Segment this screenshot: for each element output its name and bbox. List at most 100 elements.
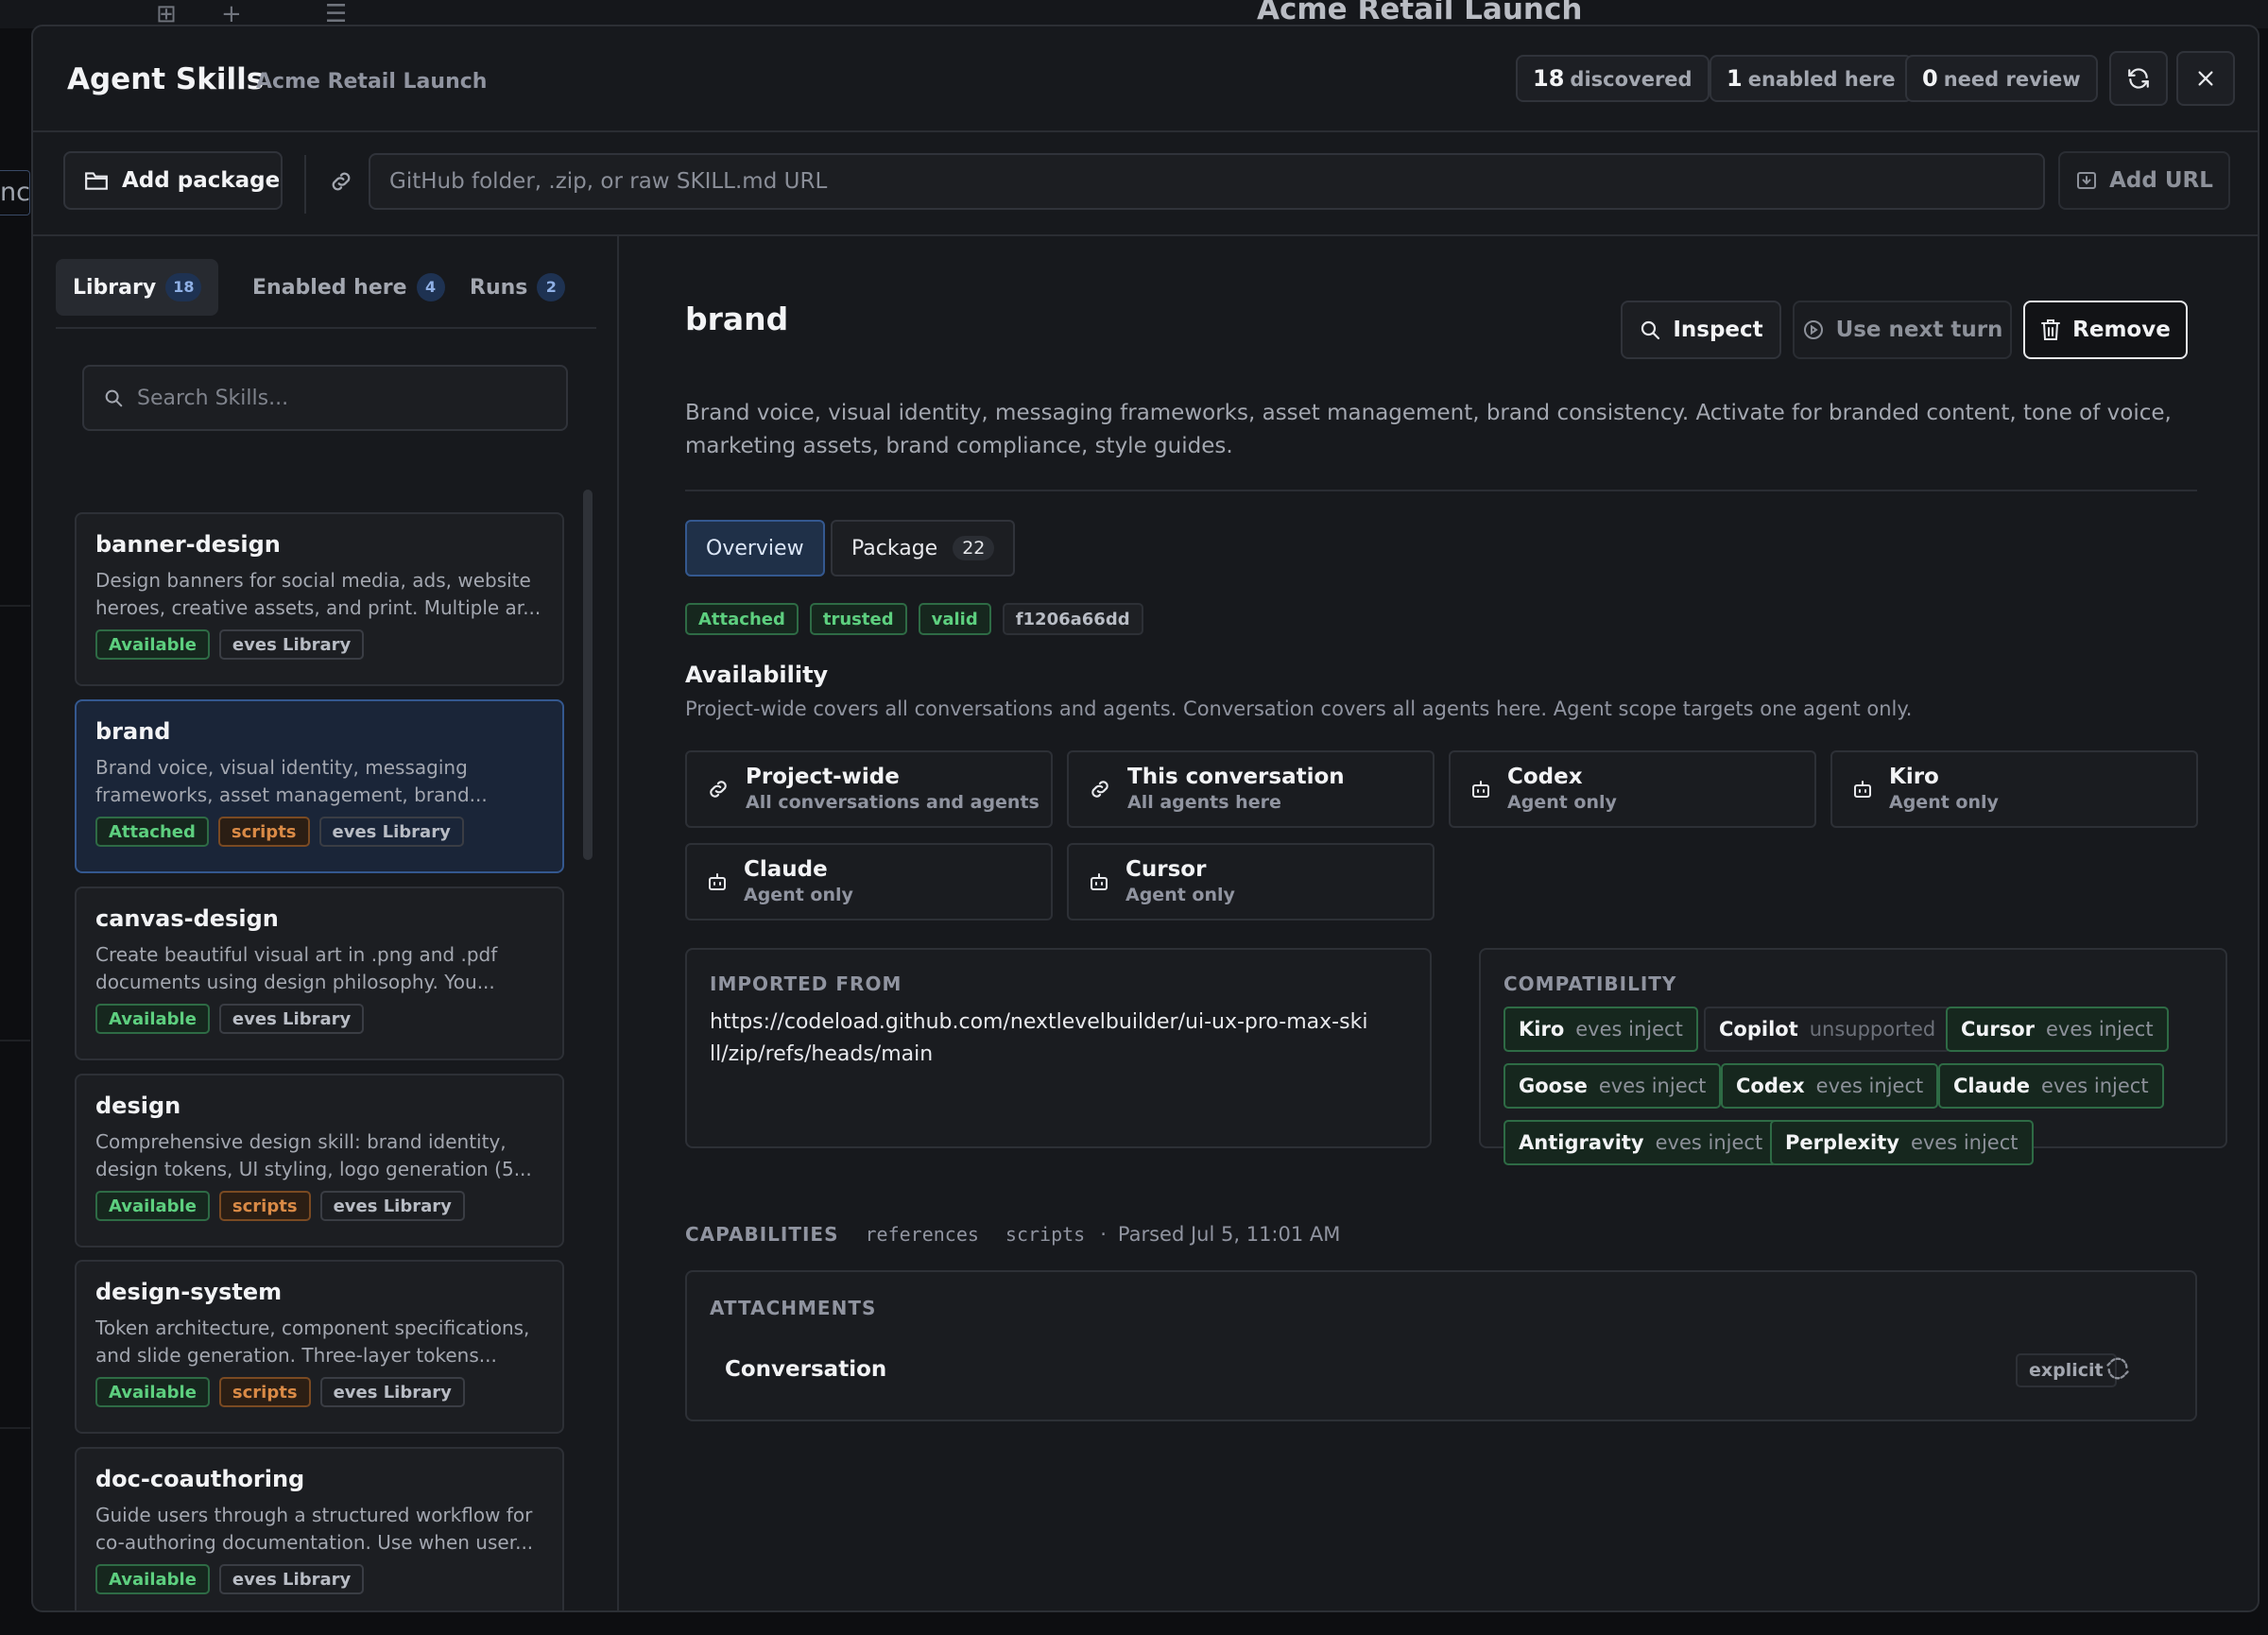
skill-card[interactable]: banner-design Design banners for social … <box>75 512 564 686</box>
scope-title: Codex <box>1507 765 1583 789</box>
detach-button[interactable] <box>2105 1355 2131 1385</box>
compat-status: unsupported <box>1809 1018 1936 1041</box>
robot-icon <box>1854 781 1871 798</box>
robot-icon <box>709 873 726 890</box>
skill-name: brand <box>95 718 171 745</box>
availability-heading: Availability <box>685 662 829 688</box>
compat-copilot: Copilot unsupported <box>1704 1007 1951 1052</box>
agent-name: Antigravity <box>1519 1131 1644 1154</box>
hash-badge: f1206a66dd <box>1002 603 1143 635</box>
refresh-button[interactable] <box>2109 51 2168 106</box>
skill-card[interactable]: design-system Token architecture, compon… <box>75 1260 564 1434</box>
close-icon <box>2198 71 2213 86</box>
scope-project-wide[interactable]: Project-wide All conversations and agents <box>685 750 1053 828</box>
valid-badge: valid <box>918 603 991 635</box>
tab-runs[interactable]: Runs 2 <box>453 259 582 316</box>
source-badge: eves Library <box>218 629 365 660</box>
stat-label: need review <box>1943 68 2081 91</box>
stat-enabled-here: 1 enabled here <box>1710 55 1913 102</box>
scripts-badge: scripts <box>218 1191 311 1221</box>
skill-card[interactable]: design Comprehensive design skill: brand… <box>75 1074 564 1248</box>
tab-enabled-here[interactable]: Enabled here 4 <box>235 259 462 316</box>
skills-search <box>82 365 568 431</box>
compat-claude: Claude eves inject <box>1938 1063 2164 1109</box>
close-button[interactable] <box>2176 51 2235 106</box>
package-url-input[interactable] <box>369 153 2045 210</box>
skill-name: doc-coauthoring <box>95 1466 305 1492</box>
stat-value: 18 <box>1533 65 1565 92</box>
source-badge: eves Library <box>318 817 464 847</box>
tab-library[interactable]: Library 18 <box>56 259 219 316</box>
attachment-name: Conversation <box>725 1357 887 1382</box>
parsed-timestamp: Parsed Jul 5, 11:01 AM <box>1117 1223 1341 1246</box>
remove-button[interactable]: Remove <box>2023 301 2188 359</box>
use-next-turn-label: Use next turn <box>1835 318 2003 342</box>
stat-discovered: 18 discovered <box>1516 55 1710 102</box>
inspect-button[interactable]: Inspect <box>1621 301 1781 359</box>
status-badge: Available <box>95 629 210 660</box>
skill-description: Brand voice, visual identity, messaging … <box>95 756 488 806</box>
use-next-turn-button[interactable]: Use next turn <box>1793 301 2012 359</box>
scope-subtitle: Agent only <box>1125 885 1235 905</box>
play-circle-icon <box>1803 320 1823 339</box>
add-url-label: Add URL <box>2109 168 2213 193</box>
add-package-button[interactable]: Add package <box>63 151 283 210</box>
compat-antigravity: Antigravity eves inject <box>1503 1120 1778 1165</box>
compat-codex: Codex eves inject <box>1721 1063 1939 1109</box>
scope-claude[interactable]: Claude Agent only <box>685 843 1053 921</box>
scope-codex[interactable]: Codex Agent only <box>1449 750 1816 828</box>
scope-this-conversation[interactable]: This conversation All agents here <box>1067 750 1435 828</box>
divider <box>304 155 306 214</box>
agent-skills-modal: Agent Skills Acme Retail Launch 18 discov… <box>31 25 2259 1612</box>
compat-status: eves inject <box>1655 1131 1763 1154</box>
separator-dot: · <box>1100 1223 1107 1246</box>
agent-name: Claude <box>1953 1075 2031 1097</box>
tab-label: Package <box>851 536 938 560</box>
compat-status: eves inject <box>1598 1075 1707 1097</box>
imported-from-panel: IMPORTED FROM https://codeload.github.co… <box>685 948 1432 1148</box>
tab-label: Enabled here <box>252 275 407 300</box>
tab-overview[interactable]: Overview <box>685 520 825 577</box>
skill-card[interactable]: doc-coauthoring Guide users through a st… <box>75 1447 564 1610</box>
search-icon <box>105 389 123 407</box>
folder-icon <box>85 172 108 190</box>
skill-card-selected[interactable]: brand Brand voice, visual identity, mess… <box>75 699 564 873</box>
link-icon <box>1091 781 1108 798</box>
scope-subtitle: All conversations and agents <box>746 792 1040 813</box>
project-name: Acme Retail Launch <box>256 70 488 94</box>
skill-detail: brand Inspect Use next turn Remove Brand… <box>621 236 2258 1610</box>
capabilities-label: CAPABILITIES <box>685 1223 839 1246</box>
sidebar-scrollbar[interactable] <box>583 490 593 860</box>
divider <box>685 490 2197 491</box>
remove-label: Remove <box>2072 318 2171 342</box>
status-badge: Attached <box>95 817 209 847</box>
skill-card[interactable]: canvas-design Create beautiful visual ar… <box>75 886 564 1060</box>
search-icon <box>1641 320 1660 340</box>
scope-cursor[interactable]: Cursor Agent only <box>1067 843 1435 921</box>
tab-package[interactable]: Package 22 <box>831 520 1016 577</box>
skill-name: design-system <box>95 1279 283 1305</box>
compat-perplexity: Perplexity eves inject <box>1770 1120 2034 1165</box>
background-fragment: nc <box>0 170 30 215</box>
scope-kiro[interactable]: Kiro Agent only <box>1830 750 2198 828</box>
skill-description: Design banners for social media, ads, we… <box>95 569 541 619</box>
imported-url[interactable]: https://codeload.github.com/nextlevelbui… <box>710 1007 1371 1071</box>
agent-name: Goose <box>1519 1075 1588 1097</box>
skill-description: Brand voice, visual identity, messaging … <box>685 401 2172 458</box>
stat-value: 1 <box>1727 65 1743 92</box>
stat-label: enabled here <box>1747 68 1896 91</box>
scope-subtitle: Agent only <box>1507 792 1617 813</box>
source-badge: eves Library <box>319 1377 465 1407</box>
skill-description: Comprehensive design skill: brand identi… <box>95 1130 532 1180</box>
search-input[interactable] <box>137 386 553 410</box>
refresh-icon <box>2128 68 2149 89</box>
add-url-button[interactable]: Add URL <box>2058 151 2230 210</box>
divider <box>56 327 596 329</box>
compat-status: eves inject <box>2041 1075 2149 1097</box>
stat-value: 0 <box>1922 65 1938 92</box>
skill-description: Guide users through a structured workflo… <box>95 1504 534 1554</box>
inspect-label: Inspect <box>1673 318 1763 342</box>
trusted-badge: trusted <box>809 603 907 635</box>
attachments-panel: ATTACHMENTS Conversation explicit <box>685 1270 2197 1421</box>
scripts-badge: scripts <box>218 1377 311 1407</box>
